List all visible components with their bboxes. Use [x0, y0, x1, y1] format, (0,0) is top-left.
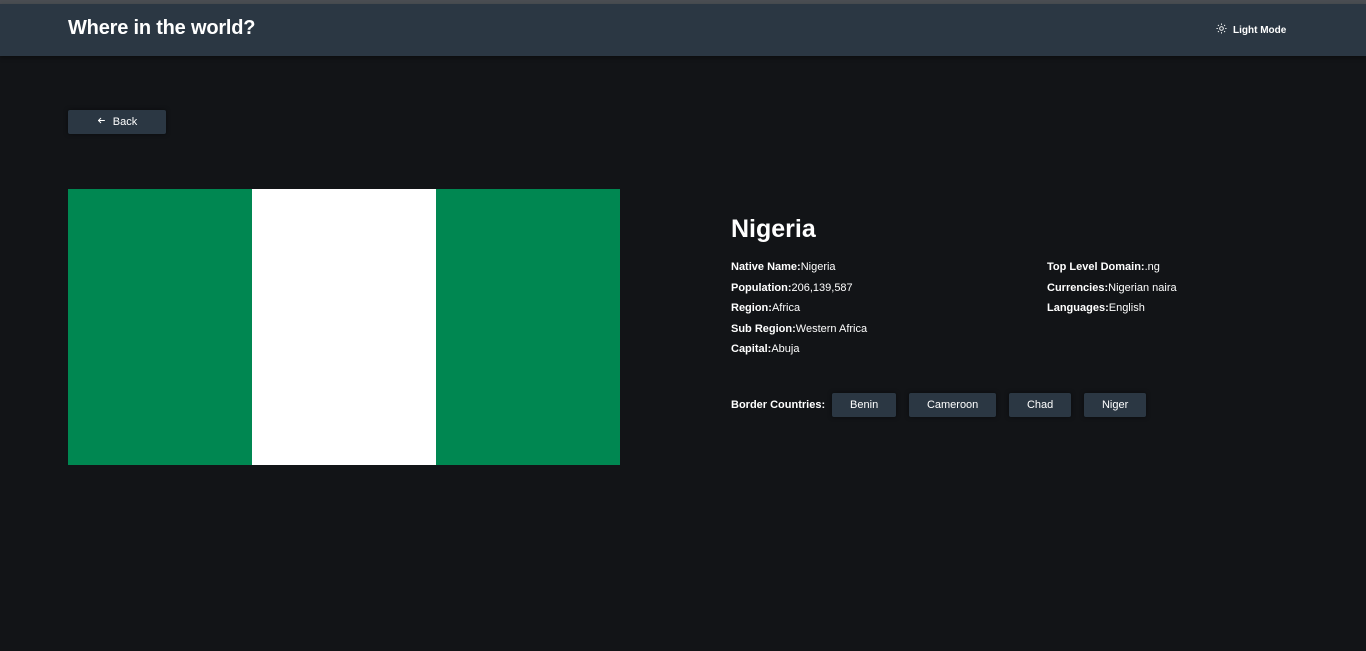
flag-stripe-left	[68, 189, 252, 465]
flag-stripe-center	[252, 189, 436, 465]
border-country-button-benin[interactable]: Benin	[832, 393, 897, 417]
detail-label: Region:	[731, 302, 772, 314]
app-header: Where in the world? Light Mode	[0, 4, 1366, 56]
arrow-left-icon	[97, 116, 106, 128]
back-button[interactable]: Back	[68, 110, 166, 134]
detail-value: Nigerian naira	[1108, 281, 1177, 294]
detail-native-name: Native Name:Nigeria	[731, 257, 867, 278]
detail-label: Population:	[731, 281, 792, 294]
detail-currencies: Currencies:Nigerian naira	[1047, 278, 1177, 299]
country-details-secondary: Top Level Domain:.ng Currencies:Nigerian…	[1047, 257, 1177, 319]
detail-label: Languages:	[1047, 302, 1109, 314]
country-details-primary: Native Name:Nigeria Population:206,139,5…	[731, 257, 867, 360]
border-countries-label: Border Countries:	[731, 399, 826, 411]
detail-label: Currencies:	[1047, 281, 1109, 294]
border-country-button-chad[interactable]: Chad	[1009, 393, 1072, 417]
detail-label: Sub Region:	[731, 322, 796, 335]
detail-label: Top Level Domain:	[1047, 261, 1145, 273]
detail-population: Population:206,139,587	[731, 278, 867, 299]
detail-value: 206,139,587	[791, 281, 853, 294]
detail-value: Africa	[771, 302, 801, 314]
detail-value: English	[1108, 302, 1145, 314]
border-country-button-niger[interactable]: Niger	[1084, 393, 1147, 417]
detail-value: Nigeria	[800, 261, 836, 273]
detail-value: Western Africa	[795, 322, 868, 335]
detail-sub-region: Sub Region:Western Africa	[731, 319, 867, 340]
app-title: Where in the world?	[68, 17, 256, 39]
theme-toggle-button[interactable]: Light Mode	[1216, 23, 1286, 37]
border-countries: Border Countries: Benin Cameroon Chad Ni…	[731, 393, 1159, 417]
back-button-label: Back	[112, 116, 138, 128]
detail-top-level-domain: Top Level Domain:.ng	[1047, 257, 1177, 278]
sun-icon	[1216, 23, 1227, 37]
detail-label: Capital:	[731, 343, 772, 355]
detail-label: Native Name:	[731, 261, 801, 273]
border-country-button-cameroon[interactable]: Cameroon	[909, 393, 997, 417]
detail-value: Abuja	[771, 343, 800, 355]
country-name: Nigeria	[731, 215, 816, 243]
flag-stripe-right	[436, 189, 620, 465]
country-flag	[68, 189, 620, 465]
detail-region: Region:Africa	[731, 298, 867, 319]
detail-languages: Languages:English	[1047, 298, 1177, 319]
theme-toggle-label: Light Mode	[1233, 24, 1287, 36]
detail-capital: Capital:Abuja	[731, 339, 867, 360]
detail-value: .ng	[1144, 261, 1160, 273]
